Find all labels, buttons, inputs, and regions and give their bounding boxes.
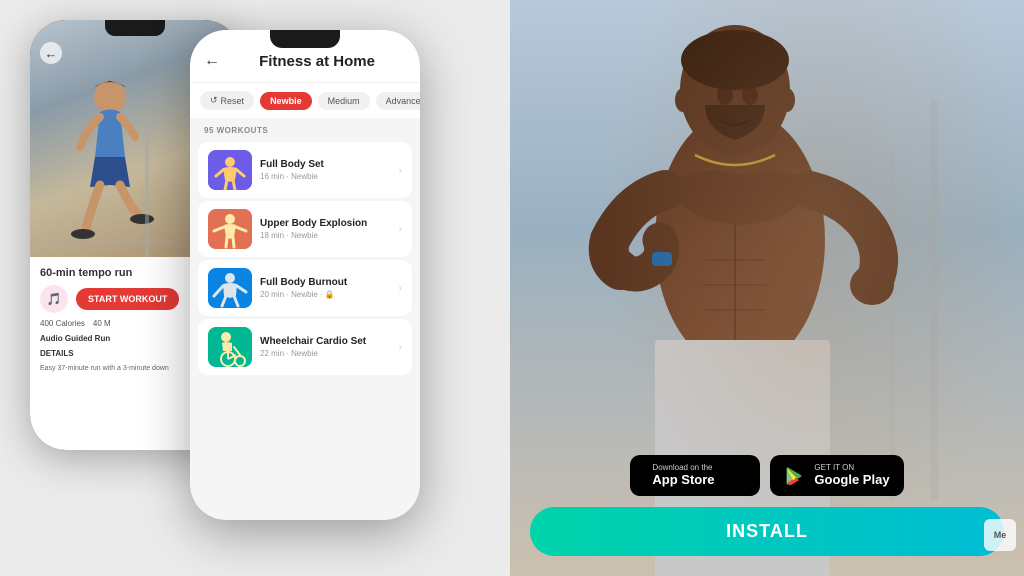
calories-stat: 400 Calories <box>40 319 85 328</box>
front-phone-screen: ← Fitness at Home ↺ Reset Newbie Medium … <box>190 30 420 520</box>
app-store-text: Download on the App Store <box>652 463 714 488</box>
me-button[interactable]: Me <box>984 519 1016 551</box>
full-body-meta: 16 min · Newbie <box>260 172 391 181</box>
burnout-thumb <box>208 268 252 308</box>
app-store-large-text: App Store <box>652 472 714 488</box>
workout-list: Full Body Set 16 min · Newbie › <box>190 139 420 520</box>
wheelchair-thumb <box>208 327 252 367</box>
workout-count: 95 WORKOUTS <box>190 118 420 139</box>
app-store-small-text: Download on the <box>652 463 714 472</box>
upper-body-thumb <box>208 209 252 249</box>
upper-body-figure <box>208 209 252 249</box>
burnout-meta: 20 min · Newbie · 🔒 <box>260 290 391 299</box>
workout-item-upper-body[interactable]: Upper Body Explosion 18 min · Newbie › <box>198 201 412 257</box>
me-button-label: Me <box>994 530 1007 540</box>
burnout-name: Full Body Burnout <box>260 277 391 288</box>
front-phone-notch <box>270 30 340 48</box>
full-body-arrow: › <box>399 165 402 176</box>
front-phone-title: Fitness at Home <box>228 53 406 70</box>
left-section: ← 60-min tempo run 🎵 START WORKOUT 400 C… <box>0 0 510 576</box>
burnout-arrow: › <box>399 283 402 294</box>
upper-body-info: Upper Body Explosion 18 min · Newbie <box>260 218 391 240</box>
right-section: Download on the App Store GET IT ON Goog <box>510 0 1024 576</box>
google-play-text: GET IT ON Google Play <box>814 463 889 488</box>
workout-item-full-body[interactable]: Full Body Set 16 min · Newbie › <box>198 142 412 198</box>
burnout-info: Full Body Burnout 20 min · Newbie · 🔒 <box>260 277 391 299</box>
install-button[interactable]: INSTALL <box>530 507 1004 556</box>
back-phone-back-arrow: ← <box>40 42 62 64</box>
google-play-icon <box>784 465 806 487</box>
full-body-name: Full Body Set <box>260 159 391 170</box>
full-body-info: Full Body Set 16 min · Newbie <box>260 159 391 181</box>
medium-chip[interactable]: Medium <box>318 92 370 110</box>
workout-item-burnout[interactable]: Full Body Burnout 20 min · Newbie · 🔒 › <box>198 260 412 316</box>
workout-item-wheelchair[interactable]: Wheelchair Cardio Set 22 min · Newbie › <box>198 319 412 375</box>
upper-body-arrow: › <box>399 224 402 235</box>
full-body-thumb <box>208 150 252 190</box>
reset-chip[interactable]: ↺ Reset <box>200 91 254 110</box>
wheelchair-meta: 22 min · Newbie <box>260 349 391 358</box>
front-back-arrow[interactable]: ← <box>204 52 220 70</box>
store-buttons-container: Download on the App Store GET IT ON Goog <box>510 455 1024 496</box>
full-body-figure <box>208 150 252 190</box>
wheelchair-figure <box>208 327 252 367</box>
back-phone-notch <box>105 20 165 36</box>
wheelchair-arrow: › <box>399 342 402 353</box>
main-container: ← 60-min tempo run 🎵 START WORKOUT 400 C… <box>0 0 1024 576</box>
runner-illustration <box>45 57 175 257</box>
wheelchair-info: Wheelchair Cardio Set 22 min · Newbie <box>260 336 391 358</box>
google-play-button[interactable]: GET IT ON Google Play <box>770 455 903 496</box>
google-play-small-text: GET IT ON <box>814 463 889 472</box>
app-store-button[interactable]: Download on the App Store <box>630 455 760 496</box>
music-icon[interactable]: 🎵 <box>40 285 68 313</box>
front-phone: ← Fitness at Home ↺ Reset Newbie Medium … <box>190 30 420 520</box>
burnout-figure <box>208 268 252 308</box>
advanced-chip[interactable]: Advance <box>376 92 420 110</box>
reset-label: Reset <box>221 96 245 106</box>
filter-chips: ↺ Reset Newbie Medium Advance <box>190 83 420 118</box>
newbie-chip[interactable]: Newbie <box>260 92 312 110</box>
reset-icon: ↺ <box>210 95 218 106</box>
fitness-background: Download on the App Store GET IT ON Goog <box>510 0 1024 576</box>
front-phone-inner: ← Fitness at Home ↺ Reset Newbie Medium … <box>190 30 420 520</box>
install-button-label: INSTALL <box>726 521 808 541</box>
google-play-large-text: Google Play <box>814 472 889 488</box>
time-stat: 40 M <box>93 319 111 328</box>
wheelchair-name: Wheelchair Cardio Set <box>260 336 391 347</box>
upper-body-meta: 18 min · Newbie <box>260 231 391 240</box>
start-workout-button[interactable]: START WORKOUT <box>76 288 179 310</box>
upper-body-name: Upper Body Explosion <box>260 218 391 229</box>
